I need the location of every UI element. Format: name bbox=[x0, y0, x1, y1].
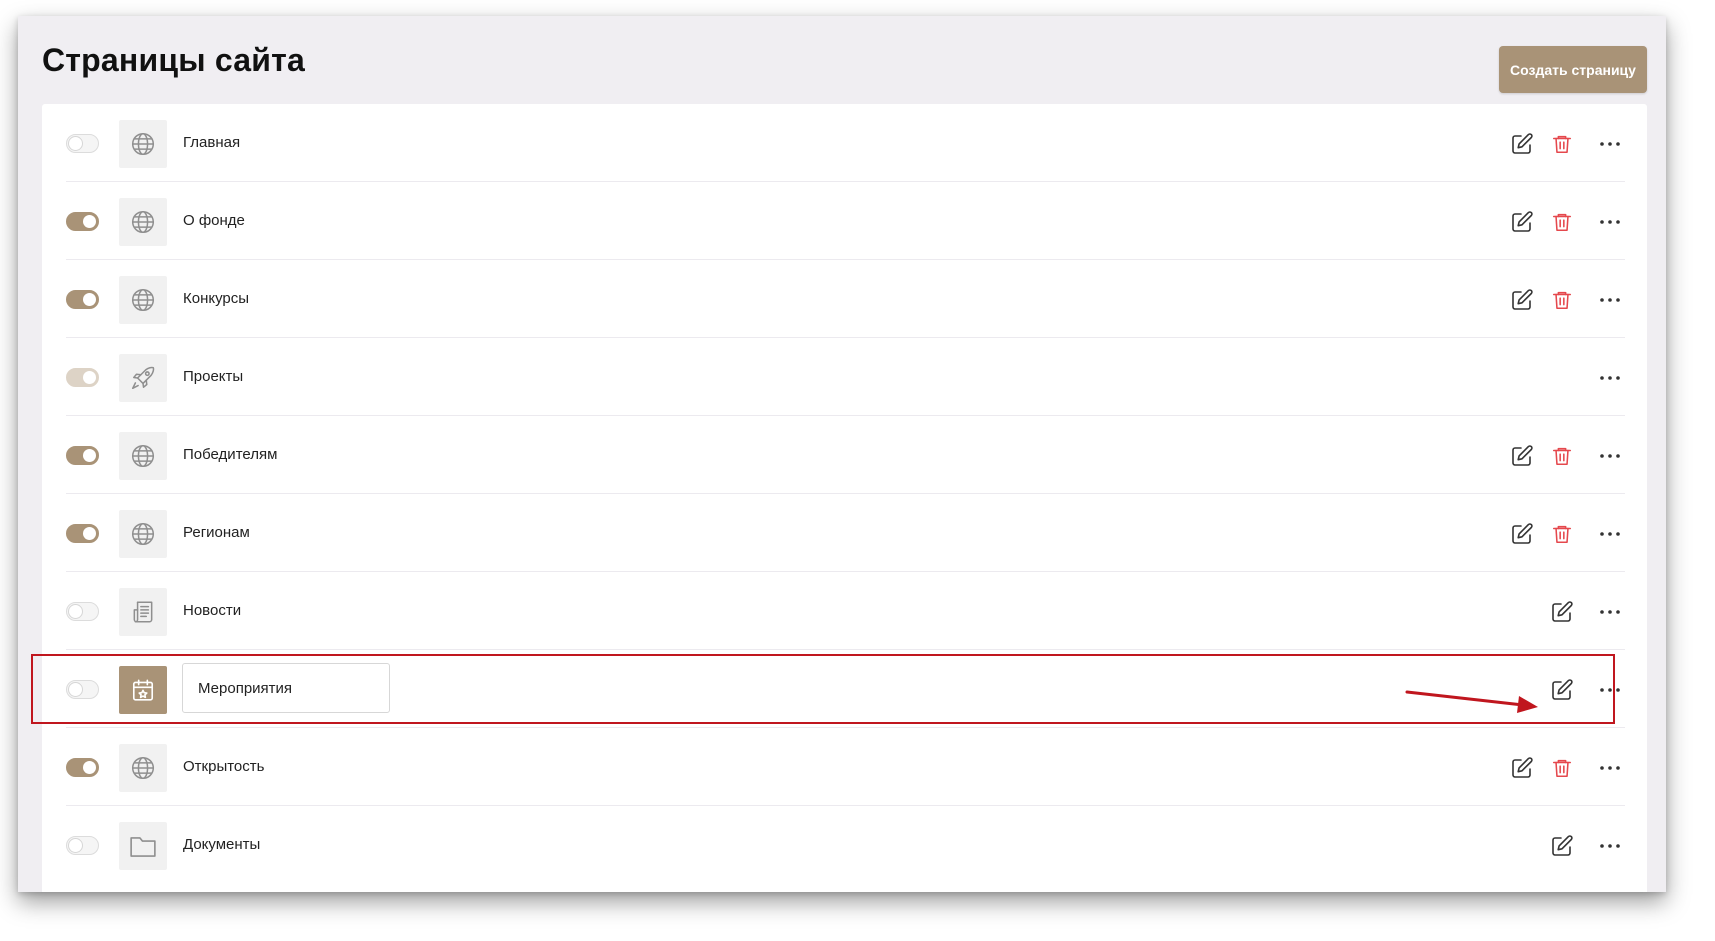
visibility-toggle[interactable] bbox=[66, 524, 99, 543]
more-icon[interactable] bbox=[1595, 209, 1625, 235]
pages-list-card: Главная О фонде Конкурсы Проекты Победит… bbox=[42, 104, 1647, 892]
visibility-toggle[interactable] bbox=[66, 602, 99, 621]
visibility-toggle[interactable] bbox=[66, 212, 99, 231]
edit-icon[interactable] bbox=[1509, 209, 1535, 235]
page-label: О фонде bbox=[183, 212, 245, 229]
app-window: Страницы сайта Создать страницу Главная bbox=[18, 16, 1666, 892]
trash-icon[interactable] bbox=[1549, 755, 1575, 781]
list-item: Новости bbox=[66, 572, 1625, 650]
globe-icon bbox=[119, 276, 167, 324]
trash-icon[interactable] bbox=[1549, 521, 1575, 547]
more-icon[interactable] bbox=[1595, 677, 1625, 703]
edit-icon[interactable] bbox=[1509, 755, 1535, 781]
calendar-icon bbox=[119, 666, 167, 714]
visibility-toggle[interactable] bbox=[66, 680, 99, 699]
globe-icon bbox=[119, 120, 167, 168]
visibility-toggle[interactable] bbox=[66, 368, 99, 387]
trash-icon[interactable] bbox=[1549, 131, 1575, 157]
page-name-input[interactable] bbox=[182, 663, 390, 713]
list-item: О фонде bbox=[66, 182, 1625, 260]
more-icon[interactable] bbox=[1595, 833, 1625, 859]
visibility-toggle[interactable] bbox=[66, 836, 99, 855]
edit-icon[interactable] bbox=[1549, 677, 1575, 703]
page-label: Документы bbox=[183, 836, 261, 853]
list-item-editing bbox=[66, 650, 1625, 728]
edit-icon[interactable] bbox=[1509, 443, 1535, 469]
list-item: Проекты bbox=[66, 338, 1625, 416]
more-icon[interactable] bbox=[1595, 443, 1625, 469]
visibility-toggle[interactable] bbox=[66, 758, 99, 777]
page-label: Конкурсы bbox=[183, 290, 250, 307]
globe-icon bbox=[119, 198, 167, 246]
more-icon[interactable] bbox=[1595, 365, 1625, 391]
list-item: Регионам bbox=[66, 494, 1625, 572]
pages-list: Главная О фонде Конкурсы Проекты Победит… bbox=[66, 104, 1625, 883]
page-label: Главная bbox=[183, 134, 241, 151]
visibility-toggle[interactable] bbox=[66, 134, 99, 153]
edit-icon[interactable] bbox=[1549, 599, 1575, 625]
list-item: Конкурсы bbox=[66, 260, 1625, 338]
more-icon[interactable] bbox=[1595, 755, 1625, 781]
globe-icon bbox=[119, 510, 167, 558]
page-title: Страницы сайта bbox=[42, 42, 305, 78]
list-item: Документы bbox=[66, 806, 1625, 883]
folder-icon bbox=[119, 822, 167, 870]
trash-icon[interactable] bbox=[1549, 209, 1575, 235]
edit-icon[interactable] bbox=[1509, 131, 1535, 157]
list-item: Победителям bbox=[66, 416, 1625, 494]
page-label: Регионам bbox=[183, 524, 250, 541]
trash-icon[interactable] bbox=[1549, 287, 1575, 313]
visibility-toggle[interactable] bbox=[66, 446, 99, 465]
edit-icon[interactable] bbox=[1509, 521, 1535, 547]
globe-icon bbox=[119, 432, 167, 480]
visibility-toggle[interactable] bbox=[66, 290, 99, 309]
list-item: Главная bbox=[66, 104, 1625, 182]
page-label: Новости bbox=[183, 602, 242, 619]
globe-icon bbox=[119, 744, 167, 792]
rocket-icon bbox=[119, 354, 167, 402]
trash-icon[interactable] bbox=[1549, 443, 1575, 469]
annotation-arrow-icon bbox=[1405, 690, 1538, 713]
page-label: Проекты bbox=[183, 368, 244, 385]
news-icon bbox=[119, 588, 167, 636]
more-icon[interactable] bbox=[1595, 521, 1625, 547]
more-icon[interactable] bbox=[1595, 131, 1625, 157]
edit-icon[interactable] bbox=[1509, 287, 1535, 313]
create-page-button[interactable]: Создать страницу bbox=[1499, 46, 1647, 93]
list-item: Открытость bbox=[66, 728, 1625, 806]
more-icon[interactable] bbox=[1595, 599, 1625, 625]
more-icon[interactable] bbox=[1595, 287, 1625, 313]
page-label: Победителям bbox=[183, 446, 278, 463]
page-label: Открытость bbox=[183, 758, 265, 775]
edit-icon[interactable] bbox=[1549, 833, 1575, 859]
